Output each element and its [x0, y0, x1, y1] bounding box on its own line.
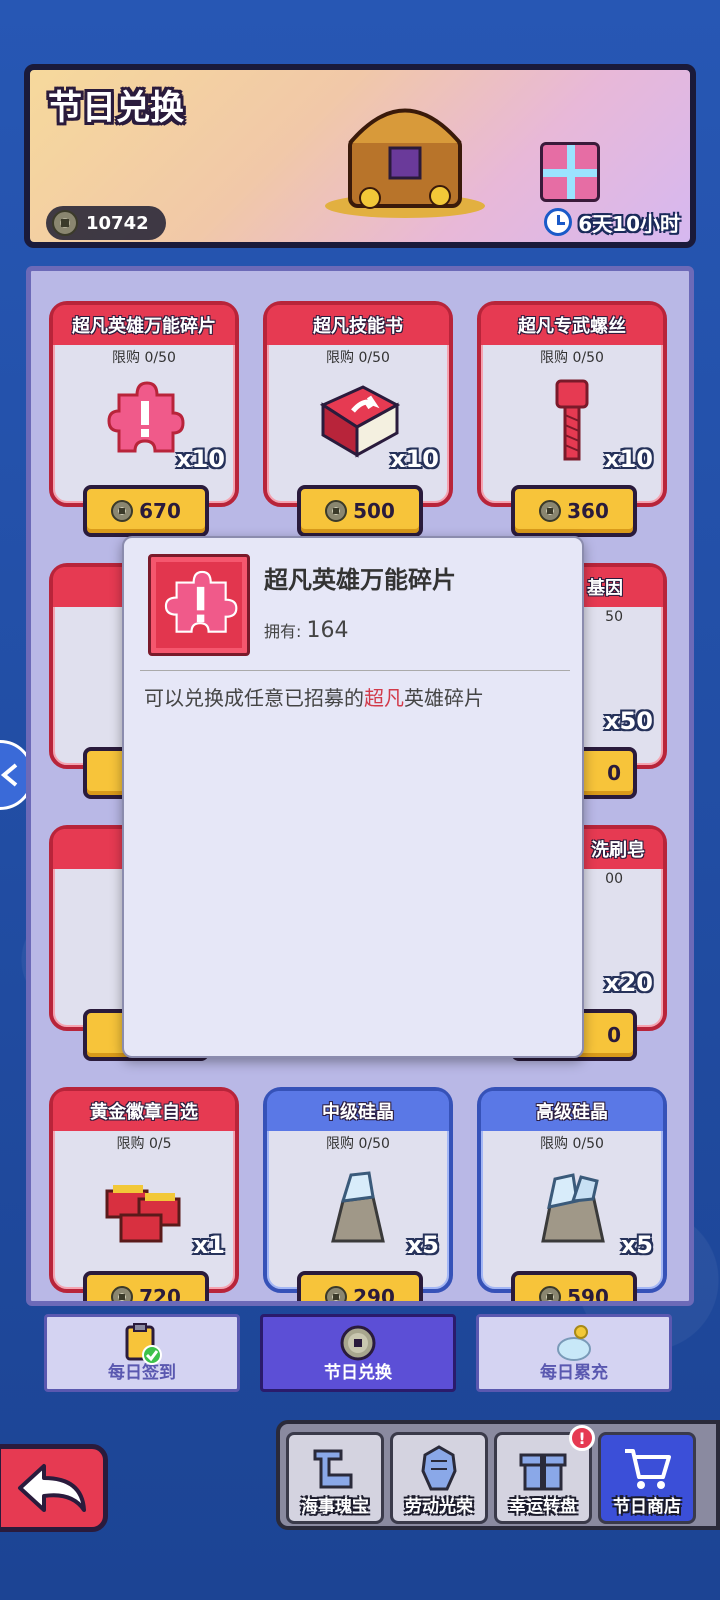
coin-icon — [111, 500, 134, 522]
nav-festival-shop[interactable]: 节日商店 — [598, 1432, 696, 1524]
piggy-bank-icon — [557, 1325, 591, 1361]
item-quantity: x10 — [604, 445, 653, 473]
price-label: 720 — [139, 1285, 181, 1306]
event-tabs: 每日签到 节日兑换 每日累充 — [44, 1314, 674, 1392]
coin-icon — [111, 1286, 134, 1301]
gift-icon — [519, 1453, 567, 1491]
price-label: 360 — [567, 499, 609, 523]
tooltip-owned: 拥有: 164 — [264, 618, 349, 643]
event-banner: 节日兑换 10742 6天10小时 — [24, 64, 696, 248]
card-limit: 限购 0/50 — [326, 350, 390, 366]
alert-badge: ! — [569, 1425, 595, 1451]
item-quantity: x20 — [604, 969, 653, 997]
buy-button[interactable]: 500 — [297, 485, 423, 537]
periscope-icon — [313, 1449, 353, 1489]
clipboard-check-icon — [125, 1323, 162, 1365]
shop-card[interactable]: 黄金徽章自选 限购 0/5 x1 720 — [49, 1087, 239, 1301]
card-title: 高级硅晶 — [481, 1091, 663, 1131]
tab-daily-recharge[interactable]: 每日累充 — [476, 1314, 672, 1392]
item-tooltip: 超凡英雄万能碎片 拥有: 164 可以兑换成任意已招募的超凡英雄碎片 — [122, 536, 584, 1058]
shop-card[interactable]: 超凡专武螺丝 限购 0/50 x10 360 — [477, 301, 667, 537]
nav-maritime-treasure[interactable]: 海事瑰宝 — [286, 1432, 384, 1524]
bottom-nav: 海事瑰宝 劳动光荣 ! 幸运转盘 节日商店 — [276, 1420, 720, 1530]
cart-icon — [625, 1449, 671, 1489]
chevron-left-icon — [0, 763, 18, 787]
crystal-icon — [541, 1173, 605, 1243]
price-label: 590 — [567, 1285, 609, 1306]
card-title: 中级硅晶 — [267, 1091, 449, 1131]
tab-festival-exchange[interactable]: 节日兑换 — [260, 1314, 456, 1392]
countdown-text: 6天10小时 — [578, 211, 680, 236]
buy-button[interactable]: 290 — [297, 1271, 423, 1306]
price-label: 0 — [607, 761, 621, 785]
coin-icon — [325, 500, 348, 522]
divider — [140, 670, 570, 671]
card-title: 黄金徽章自选 — [53, 1091, 235, 1131]
gold-badge-icon — [105, 1185, 181, 1243]
currency-amount: 10742 — [86, 212, 149, 234]
puzzle-piece-icon — [164, 570, 238, 633]
card-title: 超凡技能书 — [267, 305, 449, 345]
desc-highlight: 超凡 — [364, 686, 404, 710]
currency-counter: 10742 — [46, 206, 166, 240]
item-quantity: x50 — [604, 707, 653, 735]
desc-text: 可以兑换成任意已招募的 — [144, 686, 364, 710]
card-limit: 限购 0/5 — [116, 1136, 172, 1152]
item-quantity: x1 — [192, 1231, 225, 1259]
card-limit: 限购 0/50 — [112, 350, 176, 366]
price-label: 500 — [353, 499, 395, 523]
fist-icon — [421, 1445, 457, 1491]
price-label: 290 — [353, 1285, 395, 1306]
tab-daily-signin[interactable]: 每日签到 — [44, 1314, 240, 1392]
buy-button[interactable]: 720 — [83, 1271, 209, 1306]
back-button[interactable] — [0, 1444, 108, 1532]
card-limit: 限购 0/50 — [326, 1136, 390, 1152]
card-limit: 限购 0/50 — [540, 1136, 604, 1152]
buy-button[interactable]: 670 — [83, 485, 209, 537]
coin-icon — [539, 500, 562, 522]
buy-button[interactable]: 360 — [511, 485, 637, 537]
countdown-timer: 6天10小时 — [544, 204, 680, 240]
shop-card[interactable]: 中级硅晶 限购 0/50 x5 290 — [263, 1087, 453, 1301]
tooltip-description: 可以兑换成任意已招募的超凡英雄碎片 — [144, 682, 484, 711]
coin-icon — [539, 1286, 562, 1301]
nav-label: 海事瑰宝 — [301, 1497, 369, 1517]
tooltip-item-icon — [148, 554, 250, 656]
shop-card[interactable]: 高级硅晶 限购 0/50 x5 590 — [477, 1087, 667, 1301]
crystal-icon — [331, 1171, 385, 1243]
buy-button[interactable]: 590 — [511, 1271, 637, 1306]
owned-label: 拥有: — [264, 622, 302, 641]
page-title: 节日兑换 — [48, 88, 184, 128]
item-quantity: x5 — [406, 1231, 439, 1259]
nav-label: 幸运转盘 — [509, 1497, 577, 1517]
item-quantity: x10 — [390, 445, 439, 473]
card-limit: 限购 0/50 — [540, 350, 604, 366]
tooltip-item-name: 超凡英雄万能碎片 — [264, 566, 456, 594]
item-quantity: x10 — [176, 445, 225, 473]
price-label: 0 — [607, 1023, 621, 1047]
nav-label: 劳动光荣 — [405, 1497, 473, 1517]
shop-card[interactable]: 超凡英雄万能碎片 限购 0/50 x10 670 — [49, 301, 239, 537]
coin-icon — [325, 1286, 348, 1301]
nav-lucky-wheel[interactable]: ! 幸运转盘 — [494, 1425, 595, 1524]
owned-value: 164 — [306, 618, 349, 643]
card-title: 超凡英雄万能碎片 — [53, 305, 235, 345]
treasure-chest-icon — [325, 108, 485, 218]
back-arrow-icon — [18, 1464, 86, 1512]
gift-box-icon — [540, 142, 600, 202]
shop-card[interactable]: 超凡技能书 限购 0/50 x10 500 — [263, 301, 453, 537]
coin-icon — [340, 1325, 376, 1361]
nav-labor-glory[interactable]: 劳动光荣 — [390, 1432, 488, 1524]
nav-label: 节日商店 — [613, 1497, 681, 1517]
item-quantity: x5 — [620, 1231, 653, 1259]
clock-icon — [544, 208, 573, 236]
card-title: 超凡专武螺丝 — [481, 305, 663, 345]
price-label: 670 — [139, 499, 181, 523]
coin-icon — [52, 210, 78, 236]
desc-text: 英雄碎片 — [404, 686, 484, 710]
